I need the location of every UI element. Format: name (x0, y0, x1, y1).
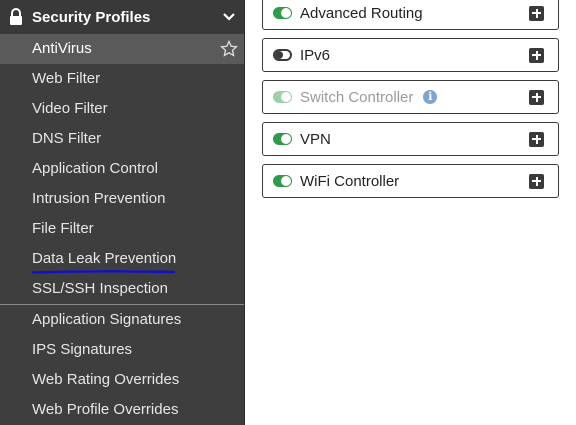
feature-card-advanced-routing: Advanced Routing (262, 0, 559, 30)
sidebar-item-intrusion-prevention[interactable]: Intrusion Prevention (0, 184, 244, 214)
sidebar-item-label: DNS Filter (32, 130, 102, 147)
sidebar-item-label: Web Rating Overrides (32, 371, 180, 388)
feature-card-ipv6: IPv6 (262, 38, 559, 72)
sidebar-item-web-filter[interactable]: Web Filter (0, 64, 244, 94)
feature-label: Advanced Routing (300, 4, 423, 22)
sidebar-item-video-filter[interactable]: Video Filter (0, 94, 244, 124)
sidebar-header-security-profiles[interactable]: Security Profiles (0, 0, 244, 34)
feature-card-switch-controller: Switch Controller i (262, 80, 559, 114)
feature-label: VPN (300, 130, 331, 148)
sidebar-item-label: Video Filter (32, 100, 108, 117)
sidebar-item-label: AntiVirus (32, 40, 92, 57)
sidebar-item-label: IPS Signatures (32, 341, 133, 358)
feature-card-wifi-controller: WiFi Controller (262, 164, 559, 198)
toggle-switch-disabled (273, 91, 292, 103)
sidebar-item-file-filter[interactable]: File Filter (0, 214, 244, 244)
sidebar-item-web-profile-overrides[interactable]: Web Profile Overrides (0, 395, 244, 425)
sidebar-item-application-signatures[interactable]: Application Signatures (0, 305, 244, 335)
sidebar: Security Profiles AntiVirus Web Filter V… (0, 0, 245, 425)
sidebar-item-label: File Filter (32, 220, 94, 237)
plus-box-icon[interactable] (529, 173, 544, 189)
sidebar-item-ssl-ssh-inspection[interactable]: SSL/SSH Inspection (0, 274, 244, 304)
star-icon[interactable] (220, 40, 238, 58)
sidebar-item-label: Data Leak Prevention (32, 250, 177, 267)
plus-box-icon[interactable] (529, 131, 544, 147)
sidebar-item-web-rating-overrides[interactable]: Web Rating Overrides (0, 365, 244, 395)
sidebar-item-label: Application Control (32, 160, 158, 177)
sidebar-item-dns-filter[interactable]: DNS Filter (0, 124, 244, 154)
sidebar-header-label: Security Profiles (32, 8, 151, 26)
plus-box-icon[interactable] (529, 5, 544, 21)
lock-icon (10, 8, 22, 25)
sidebar-item-label: Intrusion Prevention (32, 190, 166, 207)
sidebar-item-label: SSL/SSH Inspection (32, 280, 168, 297)
feature-label: IPv6 (300, 46, 331, 64)
chevron-down-icon[interactable] (222, 10, 236, 24)
sidebar-item-application-control[interactable]: Application Control (0, 154, 244, 184)
handdrawn-underline-annotation (32, 270, 175, 274)
toggle-switch-on[interactable] (273, 7, 292, 19)
feature-label: Switch Controller (300, 88, 414, 106)
plus-box-icon[interactable] (529, 47, 544, 63)
toggle-switch-off[interactable] (273, 49, 292, 61)
toggle-switch-on[interactable] (273, 175, 292, 187)
plus-box-icon[interactable] (529, 89, 544, 105)
toggle-switch-on[interactable] (273, 133, 292, 145)
sidebar-item-label: Application Signatures (32, 311, 182, 328)
sidebar-item-ips-signatures[interactable]: IPS Signatures (0, 335, 244, 365)
info-icon[interactable]: i (423, 90, 438, 104)
feature-card-vpn: VPN (262, 122, 559, 156)
sidebar-item-antivirus[interactable]: AntiVirus (0, 34, 244, 64)
sidebar-item-label: Web Filter (32, 70, 101, 87)
feature-label: WiFi Controller (300, 172, 400, 190)
sidebar-item-label: Web Profile Overrides (32, 401, 179, 418)
